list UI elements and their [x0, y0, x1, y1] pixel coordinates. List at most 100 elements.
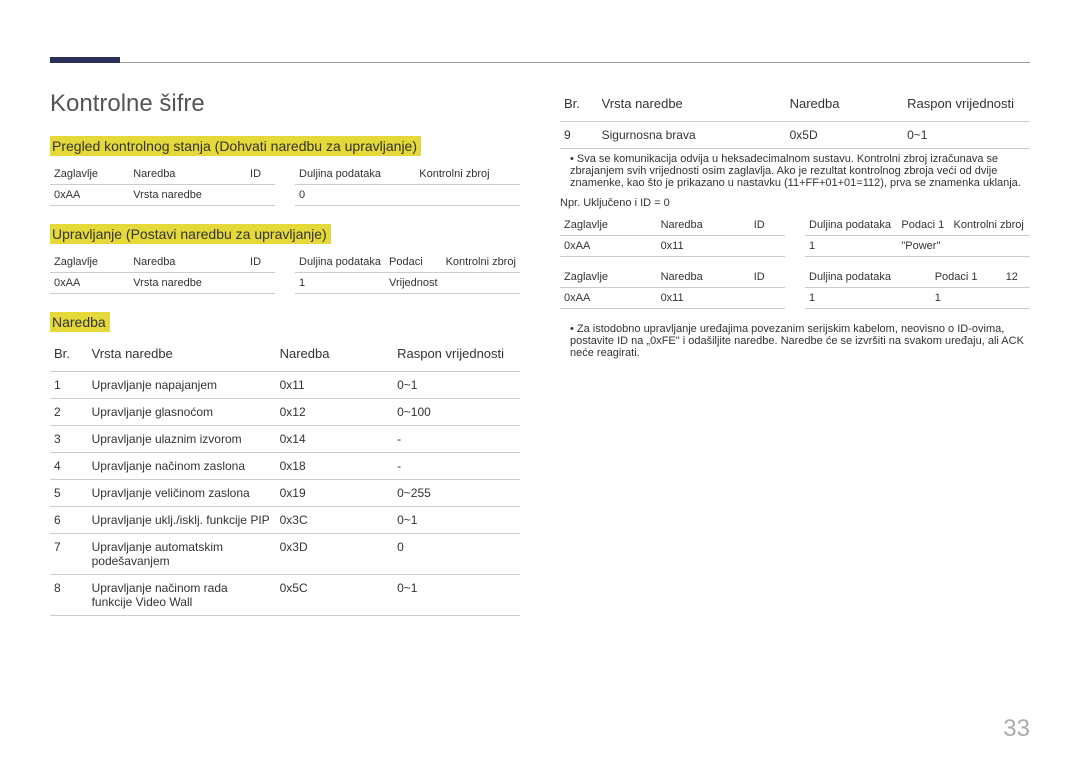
command-table-cont: Br. Vrsta naredbe Naredba Raspon vrijedn…	[560, 90, 1030, 149]
cell: Zaglavlje	[50, 252, 129, 273]
right-column: Br. Vrsta naredbe Naredba Raspon vrijedn…	[560, 90, 1030, 634]
cell: Duljina podataka	[805, 267, 931, 288]
table-row: 5Upravljanje veličinom zaslona0x190~255	[50, 480, 520, 507]
note-checksum: • Sva se komunikacija odvija u heksadeci…	[560, 149, 1030, 193]
left-column: Kontrolne šifre Pregled kontrolnog stanj…	[50, 90, 520, 634]
view-state-grid-right: Duljina podatakaKontrolni zbroj 0	[295, 164, 520, 206]
cell: Upravljanje načinom zaslona	[88, 453, 276, 480]
cell: 0xAA	[560, 288, 657, 309]
cell: Upravljanje uklj./isklj. funkcije PIP	[88, 507, 276, 534]
cell: 0~100	[393, 399, 520, 426]
cell: Upravljanje veličinom zaslona	[88, 480, 276, 507]
cell: 1	[931, 288, 1002, 309]
cell	[415, 185, 520, 206]
cell: 3	[50, 426, 88, 453]
view-state-grid-left: ZaglavljeNaredbaID 0xAAVrsta naredbe	[50, 164, 275, 206]
cell: 0x19	[276, 480, 394, 507]
cell: ID	[750, 267, 785, 288]
cell: Upravljanje glasnoćom	[88, 399, 276, 426]
cell: 1	[50, 372, 88, 399]
control-grid-left: ZaglavljeNaredbaID 0xAAVrsta naredbe	[50, 252, 275, 294]
cell: Upravljanje napajanjem	[88, 372, 276, 399]
th-range: Raspon vrijednosti	[903, 90, 1030, 122]
command-table: Br. Vrsta naredbe Naredba Raspon vrijedn…	[50, 340, 520, 616]
cell: 0x18	[276, 453, 394, 480]
th-type: Vrsta naredbe	[88, 340, 276, 372]
cell: Podaci 1	[897, 215, 949, 236]
cell: 8	[50, 575, 88, 616]
cell: 0x11	[657, 236, 750, 257]
cell: Kontrolni zbroj	[950, 215, 1030, 236]
cell: Vrsta naredbe	[129, 273, 246, 294]
cell: 0x5C	[276, 575, 394, 616]
cell: 12	[1002, 267, 1030, 288]
section-control: Upravljanje (Postavi naredbu za upravlja…	[50, 224, 520, 294]
section-command: Naredba Br. Vrsta naredbe Naredba Raspon…	[50, 312, 520, 616]
th-br: Br.	[50, 340, 88, 372]
cell: Upravljanje načinom rada funkcije Video …	[88, 575, 276, 616]
note-broadcast: • Za istodobno upravljanje uređajima pov…	[560, 319, 1030, 363]
example-grid-a-left: ZaglavljeNaredbaID 0xAA0x11	[560, 215, 785, 257]
cell: 0x14	[276, 426, 394, 453]
th-br: Br.	[560, 90, 598, 122]
cell: 0	[393, 534, 520, 575]
section-heading-3: Naredba	[50, 312, 110, 332]
table-row: 4Upravljanje načinom zaslona0x18-	[50, 453, 520, 480]
cell: 5	[50, 480, 88, 507]
cell: Vrsta naredbe	[129, 185, 246, 206]
cell	[750, 288, 785, 309]
cell: Naredba	[657, 267, 750, 288]
cell: ID	[750, 215, 785, 236]
cell	[246, 273, 275, 294]
th-cmd: Naredba	[276, 340, 394, 372]
cell: 0xAA	[560, 236, 657, 257]
section-heading-2: Upravljanje (Postavi naredbu za upravlja…	[50, 224, 331, 244]
table-row: 1Upravljanje napajanjem0x110~1	[50, 372, 520, 399]
cell: Naredba	[129, 164, 246, 185]
page-number: 33	[1003, 715, 1030, 743]
cell: 0x3C	[276, 507, 394, 534]
cell: Podaci 1	[931, 267, 1002, 288]
th-type: Vrsta naredbe	[598, 90, 786, 122]
cell: Upravljanje ulaznim izvorom	[88, 426, 276, 453]
cell: 0x11	[657, 288, 750, 309]
cell: 1	[805, 236, 897, 257]
cell: 6	[50, 507, 88, 534]
cell: 0x12	[276, 399, 394, 426]
cell: 9	[560, 122, 598, 149]
cell: ID	[246, 252, 275, 273]
cell: Zaglavlje	[560, 267, 657, 288]
cell: 0~255	[393, 480, 520, 507]
cell: Sigurnosna brava	[598, 122, 786, 149]
cell: 0x5D	[786, 122, 904, 149]
cell: "Power"	[897, 236, 949, 257]
cell: Duljina podataka	[295, 252, 385, 273]
cell: Duljina podataka	[295, 164, 415, 185]
cell: Zaglavlje	[50, 164, 129, 185]
cell: 0xAA	[50, 273, 129, 294]
page-title: Kontrolne šifre	[50, 90, 520, 118]
table-row: 3Upravljanje ulaznim izvorom0x14-	[50, 426, 520, 453]
cell: Naredba	[657, 215, 750, 236]
cell: 0~1	[903, 122, 1030, 149]
cell	[950, 236, 1030, 257]
cell: 0x3D	[276, 534, 394, 575]
example-grid-a-right: Duljina podatakaPodaci 1Kontrolni zbroj …	[805, 215, 1030, 257]
table-row: 8Upravljanje načinom rada funkcije Video…	[50, 575, 520, 616]
cell: 0xAA	[50, 185, 129, 206]
cell: Vrijednost	[385, 273, 442, 294]
cell: Upravljanje automatskim podešavanjem	[88, 534, 276, 575]
cell: -	[393, 426, 520, 453]
cell: 7	[50, 534, 88, 575]
table-row: 9 Sigurnosna brava 0x5D 0~1	[560, 122, 1030, 149]
cell	[246, 185, 275, 206]
cell: 1	[295, 273, 385, 294]
header-accent-bar	[50, 57, 120, 63]
cell: Naredba	[129, 252, 246, 273]
cell: Zaglavlje	[560, 215, 657, 236]
control-grid-right: Duljina podatakaPodaciKontrolni zbroj 1V…	[295, 252, 520, 294]
cell: 0	[295, 185, 415, 206]
cell	[442, 273, 520, 294]
example-grid-b-right: Duljina podatakaPodaci 112 11	[805, 267, 1030, 309]
cell: 0~1	[393, 575, 520, 616]
